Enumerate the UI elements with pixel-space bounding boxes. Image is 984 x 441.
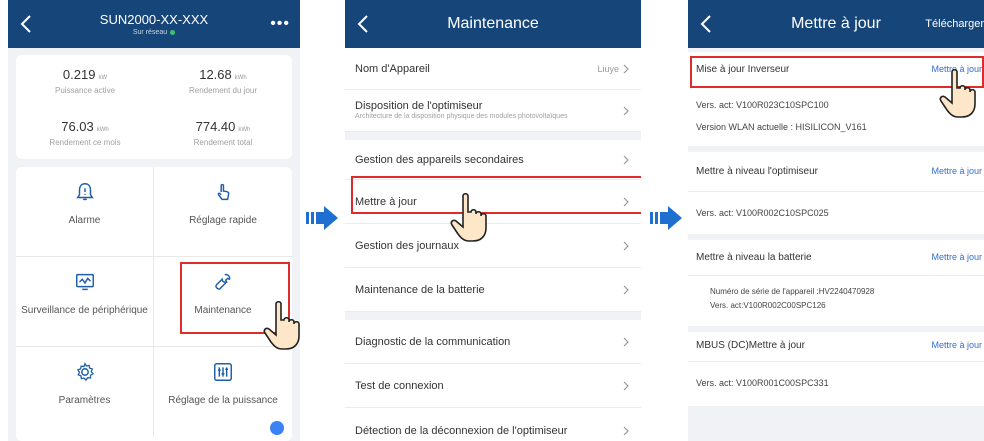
kpi-card: 0.219 kW Puissance active 12.68 kWh Rendem… [16,55,292,159]
header-bar: Maintenance [345,0,641,48]
chevron-right-icon [623,106,629,115]
chevron-right-icon [623,426,629,435]
pointing-hand-icon [939,68,976,118]
kpi-monthly-yield: 76.03 kWh Rendement ce mois [49,119,121,147]
kpi-daily-yield: 12.68 kWh Rendement du jour [188,67,258,95]
home-screen: SUN2000-XX-XXX Sur réseau ••• 0.219 kW Pu… [8,0,300,441]
row-communication-diagnostic[interactable]: Diagnostic de la communication [345,320,641,364]
chevron-right-icon [623,241,629,250]
section-optimizer: Mettre à niveau l'optimiseur Mettre à jo… [688,152,984,234]
row-connection-test[interactable]: Test de connexion [345,364,641,408]
chevron-right-icon [623,381,629,390]
row-device-name[interactable]: Nom d'Appareil Liuye [345,48,641,90]
row-battery-maintenance[interactable]: Maintenance de la batterie [345,268,641,312]
download-button[interactable]: Télécharger [925,0,984,48]
section-mbus: MBUS (DC)Mettre à jour Mettre à jour Ver… [688,332,984,406]
tap-icon [217,183,230,201]
row-optimizer-layout[interactable]: Disposition de l'optimiseur Architecture… [345,90,641,132]
status-label: Sur réseau [133,29,176,36]
maintenance-list: Nom d'Appareil Liuye Disposition de l'op… [345,48,641,441]
tile-settings[interactable]: Paramètres [16,347,154,437]
tile-quick-setup[interactable]: Réglage rapide [154,167,292,257]
chevron-right-icon [623,337,629,346]
arrow-right-icon-1 [306,206,338,230]
tile-device-monitoring[interactable]: Surveillance de périphérique [16,257,154,347]
more-icon[interactable]: ••• [270,0,290,48]
row-optimizer-disconnection[interactable]: Détection de la déconnexion de l'optimis… [345,408,641,441]
bell-icon [75,183,94,201]
chevron-right-icon [623,155,629,164]
mbus-update-link[interactable]: Mettre à jour [931,340,982,350]
header-bar: SUN2000-XX-XXX Sur réseau ••• [8,0,300,48]
kpi-active-power: 0.219 kW Puissance active [54,67,116,95]
device-name-value: Liuye [597,63,619,74]
row-log-management[interactable]: Gestion des journaux [345,224,641,268]
maintenance-screen: Maintenance Nom d'Appareil Liuye Disposi… [345,0,641,441]
gear-icon [76,362,94,382]
optimizer-update-link[interactable]: Mettre à jour [931,166,982,176]
section-battery: Mettre à niveau la batterie Mettre à jou… [688,240,984,326]
pointing-hand-icon [450,192,487,242]
battery-update-link[interactable]: Mettre à jour [931,252,982,262]
status-dot-icon [170,30,176,35]
pointing-hand-icon [263,300,300,350]
header-bar: Mettre à jour Télécharger [688,0,984,48]
kpi-total-yield: 774.40 kWh Rendement total [193,119,253,147]
chart-fab-icon[interactable] [270,421,284,435]
highlight-box-update [351,176,641,214]
arrow-right-icon-2 [650,206,682,230]
device-name: SUN2000-XX-XXX [99,12,209,27]
chevron-right-icon [623,64,629,73]
tile-alarm[interactable]: Alarme [16,167,154,257]
monitor-icon [75,273,94,291]
page-title: Maintenance [447,15,539,32]
row-secondary-devices[interactable]: Gestion des appareils secondaires [345,140,641,180]
page-title: SUN2000-XX-XXX Sur réseau [8,0,300,48]
chevron-right-icon [623,285,629,294]
sliders-icon [214,363,232,381]
update-screen: Mettre à jour Télécharger Mise à jour In… [688,0,984,441]
